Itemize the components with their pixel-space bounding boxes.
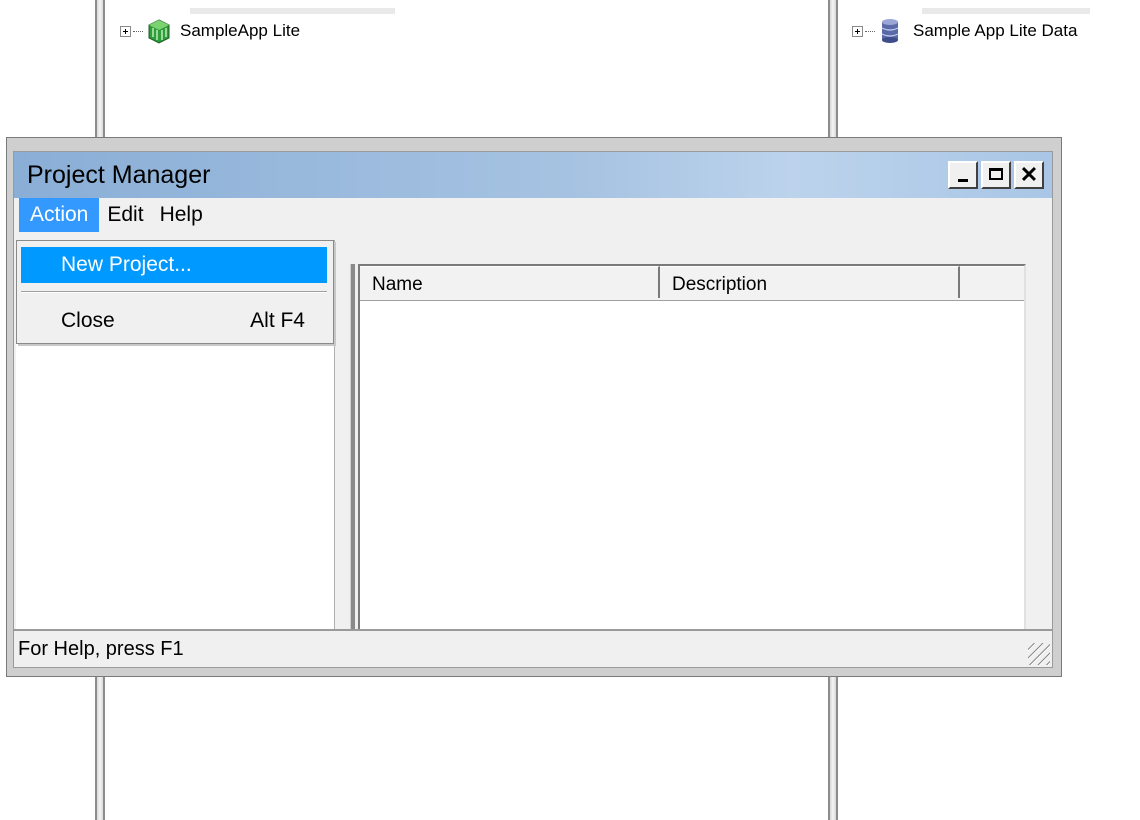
- menu-item-close[interactable]: Close Alt F4: [21, 303, 327, 339]
- tree-node-sampleapp-lite[interactable]: SampleApp Lite: [120, 16, 300, 46]
- tree-node-sample-app-lite-data[interactable]: Sample App Lite Data: [852, 16, 1077, 46]
- menu-action[interactable]: Action: [19, 198, 100, 232]
- tree-node-label: Sample App Lite Data: [913, 21, 1078, 40]
- right-tree-top-strip: [922, 8, 1090, 14]
- tree-plus-expander-icon[interactable]: [120, 25, 131, 37]
- pane-splitter[interactable]: [350, 264, 355, 636]
- tree-connector: [133, 30, 143, 32]
- menu-item-accelerator: Alt F4: [250, 309, 305, 332]
- window-client-area: Project Manager ✕ Action Edit Help Name …: [13, 151, 1053, 668]
- project-list[interactable]: Name Description: [358, 264, 1026, 634]
- project-manager-window[interactable]: Project Manager ✕ Action Edit Help Name …: [6, 137, 1062, 677]
- menu-edit[interactable]: Edit: [99, 198, 151, 232]
- left-tree-top-strip: [190, 8, 395, 14]
- column-header-filler: [960, 266, 1024, 298]
- status-bar: For Help, press F1: [14, 629, 1052, 667]
- resize-grip-icon[interactable]: [1028, 643, 1050, 665]
- list-header: Name Description: [360, 266, 1024, 301]
- menu-bar: Action Edit Help: [14, 198, 1052, 232]
- tree-plus-expander-icon[interactable]: [852, 25, 863, 37]
- tree-connector: [865, 30, 875, 32]
- window-controls: ✕: [945, 161, 1044, 189]
- database-cylinder-icon: [881, 19, 899, 43]
- title-bar[interactable]: Project Manager ✕: [14, 152, 1052, 198]
- window-title: Project Manager: [27, 160, 211, 189]
- menu-item-label: New Project...: [61, 253, 192, 276]
- close-button[interactable]: ✕: [1014, 161, 1044, 189]
- menu-help[interactable]: Help: [152, 198, 211, 232]
- action-menu-dropdown: New Project... Close Alt F4: [16, 240, 334, 344]
- close-icon: ✕: [1019, 162, 1039, 187]
- menu-item-new-project[interactable]: New Project...: [21, 247, 327, 283]
- menu-item-label: Close: [61, 309, 115, 332]
- column-header-description[interactable]: Description: [660, 266, 960, 298]
- minimize-button[interactable]: [948, 161, 978, 189]
- column-header-name[interactable]: Name: [360, 266, 660, 298]
- menu-separator: [21, 291, 327, 293]
- tree-node-label: SampleApp Lite: [180, 21, 301, 40]
- maximize-button[interactable]: [981, 161, 1011, 189]
- green-cube-app-icon: [148, 19, 170, 44]
- status-text: For Help, press F1: [18, 637, 184, 660]
